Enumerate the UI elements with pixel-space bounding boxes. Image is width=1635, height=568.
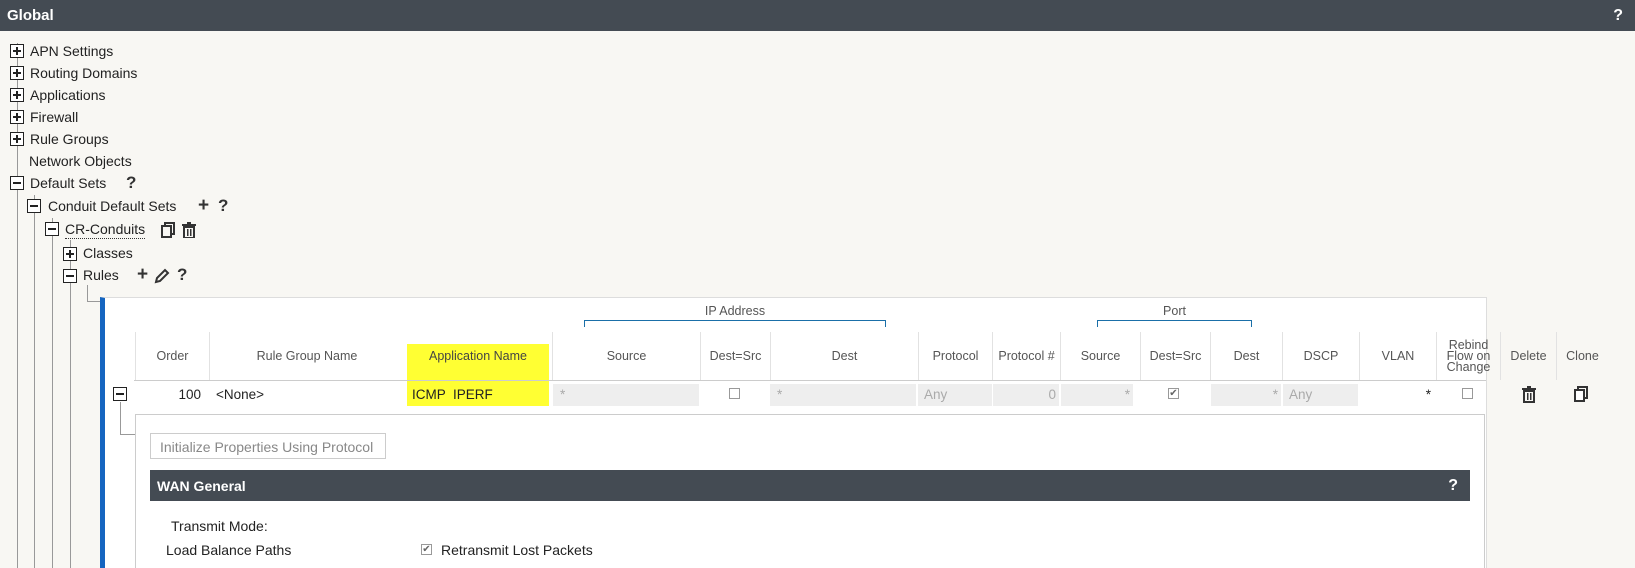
expand-firewall-icon[interactable] [10, 110, 24, 124]
tree-item-rules[interactable]: Rules [83, 266, 119, 284]
column-header-dest[interactable]: Dest [770, 332, 918, 380]
protocol-cell[interactable]: Any [918, 384, 992, 406]
tree-guide [70, 240, 71, 568]
expand-classes-icon[interactable] [63, 247, 77, 261]
tree-item-conduit-default-sets[interactable]: Conduit Default Sets [48, 197, 176, 215]
default-sets-help-icon[interactable]: ? [126, 174, 136, 192]
expand-rule-groups-icon[interactable] [10, 132, 24, 146]
port-dest-cell[interactable]: * [1211, 384, 1281, 406]
tree-guide [87, 301, 100, 302]
tree-guide [34, 195, 35, 568]
delete-rule-icon[interactable] [1522, 386, 1536, 403]
clone-rule-icon[interactable] [1574, 386, 1589, 402]
retransmit-lost-packets-checkbox[interactable]: ✔ [421, 544, 432, 555]
column-header-source[interactable]: Source [552, 332, 700, 380]
column-header-protocol[interactable]: Protocol [918, 332, 992, 380]
transmit-mode-value[interactable]: Load Balance Paths [166, 542, 291, 558]
wan-general-header: WAN General ? [150, 470, 1470, 501]
tree-guide [52, 218, 53, 568]
column-header-clone[interactable]: Clone [1556, 332, 1608, 380]
tree-item-applications[interactable]: Applications [30, 86, 106, 104]
tree-item-routing-domains[interactable]: Routing Domains [30, 64, 137, 82]
tree-item-network-objects[interactable]: Network Objects [29, 152, 132, 170]
column-header-protocol-num[interactable]: Protocol # [992, 332, 1060, 380]
tree-item-rule-groups[interactable]: Rule Groups [30, 130, 109, 148]
rebind-checkbox[interactable] [1462, 388, 1473, 399]
column-header-rebind[interactable]: Rebind Flow on Change [1436, 332, 1500, 380]
column-header-port-dest-eq-src[interactable]: Dest=Src [1140, 332, 1210, 380]
tree-item-firewall[interactable]: Firewall [30, 108, 78, 126]
column-header-port-source[interactable]: Source [1060, 332, 1140, 380]
tree-item-default-sets[interactable]: Default Sets [30, 174, 106, 192]
page-title: Global [7, 7, 54, 24]
edit-pencil-icon[interactable] [154, 268, 170, 284]
ip-source-cell[interactable]: * [553, 384, 699, 406]
ip-dest-cell[interactable]: * [770, 384, 916, 406]
column-header-order[interactable]: Order [135, 332, 209, 380]
copy-icon[interactable] [161, 222, 176, 238]
column-header-dest-eq-src[interactable]: Dest=Src [700, 332, 770, 380]
ip-address-bracket [584, 320, 886, 327]
trash-icon[interactable] [182, 222, 196, 238]
column-header-vlan[interactable]: VLAN [1359, 332, 1436, 380]
column-header-delete[interactable]: Delete [1500, 332, 1556, 380]
tree-item-cr-conduits[interactable]: CR-Conduits [65, 220, 146, 239]
vlan-cell[interactable]: * [1360, 384, 1431, 406]
global-header: Global ? [0, 0, 1635, 31]
transmit-mode-label: Transmit Mode: [171, 518, 268, 534]
row-guide [120, 434, 135, 435]
protocol-number-cell[interactable]: 0 [993, 384, 1059, 406]
port-bracket [1097, 320, 1252, 327]
column-header-application-name-label[interactable]: Application Name [404, 332, 552, 380]
rules-add-icon[interactable]: + [137, 265, 148, 284]
tree-guide [87, 285, 88, 302]
expand-applications-icon[interactable] [10, 88, 24, 102]
collapse-conduit-default-sets-icon[interactable] [27, 199, 41, 213]
help-icon[interactable]: ? [1613, 7, 1623, 25]
conduit-help-icon[interactable]: ? [218, 197, 228, 215]
port-dest-eq-src-checkbox[interactable]: ✔ [1168, 388, 1179, 399]
tree-item-apn-settings[interactable]: APN Settings [30, 42, 113, 60]
ip-address-group-label: IP Address [704, 304, 766, 318]
column-header-port-dest[interactable]: Dest [1210, 332, 1282, 380]
wan-general-title: WAN General [157, 478, 246, 494]
collapse-rule-row-icon[interactable] [113, 387, 127, 401]
port-group-label: Port [1163, 304, 1186, 318]
wan-general-help-icon[interactable]: ? [1448, 477, 1458, 495]
collapse-cr-conduits-icon[interactable] [45, 222, 59, 236]
column-header-rule-group-name[interactable]: Rule Group Name [209, 332, 404, 380]
tree-item-classes[interactable]: Classes [83, 244, 133, 262]
table-header-divider [134, 380, 1486, 381]
expand-routing-domains-icon[interactable] [10, 66, 24, 80]
conduit-add-icon[interactable]: + [198, 196, 209, 215]
column-header-dscp[interactable]: DSCP [1282, 332, 1359, 380]
port-source-cell[interactable]: * [1061, 384, 1133, 406]
ip-dest-eq-src-checkbox[interactable] [729, 388, 740, 399]
row-guide [120, 402, 121, 435]
rule-group-name-cell[interactable]: <None> [216, 384, 264, 406]
collapse-rules-icon[interactable] [63, 269, 77, 283]
rules-help-icon[interactable]: ? [177, 266, 187, 284]
dscp-cell[interactable]: Any [1283, 384, 1358, 406]
initialize-properties-button[interactable]: Initialize Properties Using Protocol [150, 433, 386, 459]
rule-order-cell[interactable]: 100 [135, 384, 201, 406]
application-name-cell[interactable]: ICMP IPERF [412, 384, 493, 406]
collapse-default-sets-icon[interactable] [10, 176, 24, 190]
retransmit-lost-packets-label: Retransmit Lost Packets [441, 542, 593, 558]
expand-apn-settings-icon[interactable] [10, 44, 24, 58]
